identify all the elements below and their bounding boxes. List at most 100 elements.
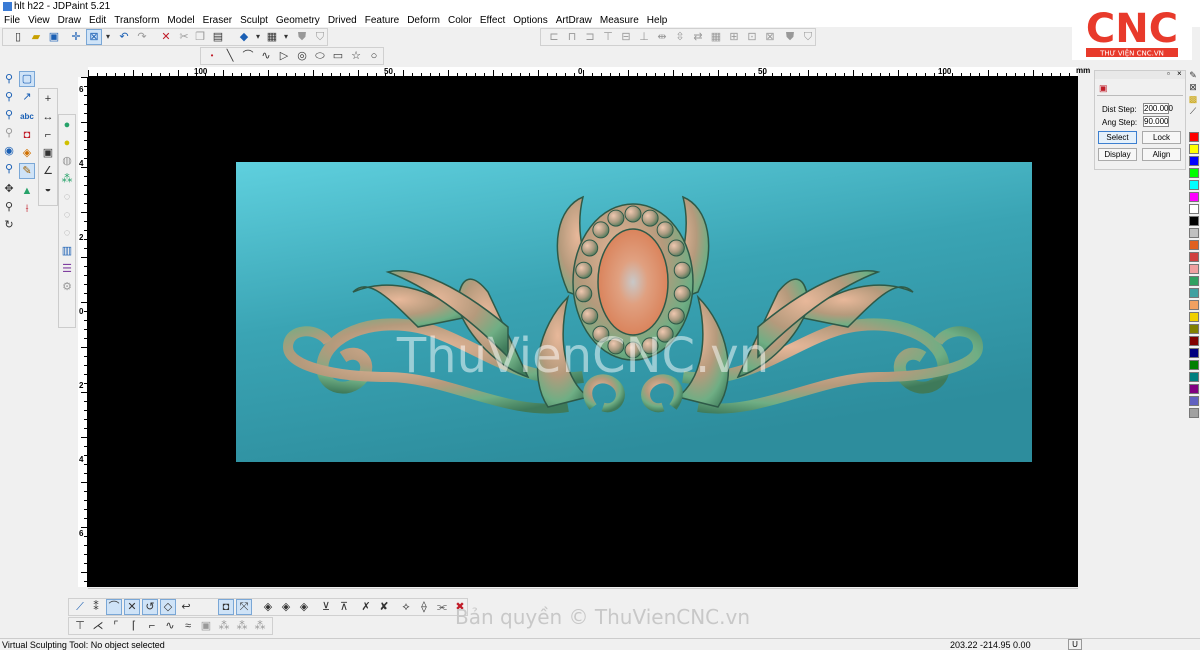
color-swatch[interactable] (1189, 300, 1199, 310)
menu-file[interactable]: File (0, 14, 24, 27)
group-icon[interactable]: ⊠ (763, 30, 777, 44)
offset-icon[interactable]: ⫘ (435, 600, 449, 614)
color-swatch[interactable] (1189, 132, 1199, 142)
color-swatch[interactable] (1189, 252, 1199, 262)
copy-path-icon[interactable]: ⁂ (217, 619, 231, 633)
bulb-green-icon[interactable]: ● (60, 118, 74, 132)
color-swatch[interactable] (1189, 204, 1199, 214)
menu-eraser[interactable]: Eraser (199, 14, 236, 27)
color-swatch[interactable] (1189, 372, 1199, 382)
shield-filled-icon[interactable]: ⛉ (313, 30, 327, 44)
panel-close-icon[interactable]: × (1177, 69, 1182, 78)
pan-icon[interactable]: ✥ (2, 182, 16, 196)
dropdown-arrow-icon[interactable]: ▾ (101, 30, 115, 44)
array-icon[interactable]: ⊞ (727, 30, 741, 44)
sculpt-brush-icon[interactable]: ✎ (19, 163, 35, 179)
color-swatch[interactable] (1189, 216, 1199, 226)
zoom-window-icon[interactable]: ⚲ (2, 72, 16, 86)
scatter-icon[interactable]: ⁑ (89, 600, 103, 614)
color-swatch[interactable] (1189, 312, 1199, 322)
copy-icon[interactable]: ❐ (193, 30, 207, 44)
text-abc-icon[interactable]: abc (20, 110, 34, 124)
save-icon[interactable]: ▣ (47, 30, 61, 44)
view-eye-icon[interactable]: ◉ (2, 144, 16, 158)
color-swatch[interactable] (1189, 192, 1199, 202)
fillet-icon[interactable]: ⟡ (399, 600, 413, 614)
line-sculpt-icon[interactable]: ⟋ (73, 600, 87, 614)
align-right-icon[interactable]: ⊐ (583, 30, 597, 44)
color-swatch[interactable] (1189, 324, 1199, 334)
node-icon[interactable]: ◘ (218, 599, 234, 615)
align-button[interactable]: Align (1142, 148, 1181, 161)
color-swatch[interactable] (1189, 396, 1199, 406)
break-icon[interactable]: ✗ (359, 600, 373, 614)
align-top-icon[interactable]: ⊤ (601, 30, 615, 44)
shield-solid-icon[interactable]: ⛉ (801, 30, 815, 44)
array-path-icon[interactable]: ⁂ (235, 619, 249, 633)
color-swatch[interactable] (1189, 408, 1199, 418)
menu-options[interactable]: Options (509, 14, 551, 27)
shield-icon[interactable]: ⛊ (295, 30, 309, 44)
chamfer-icon[interactable]: ⟠ (417, 600, 431, 614)
spline-icon[interactable]: ∿ (259, 49, 273, 63)
align-center-icon[interactable]: ⊓ (565, 30, 579, 44)
arc-sculpt-icon[interactable]: ↺ (142, 599, 158, 615)
bulb-gray-icon[interactable]: ◍ (60, 154, 74, 168)
distribute-h-icon[interactable]: ⇹ (655, 30, 669, 44)
shield-outline-icon[interactable]: ⛊ (783, 30, 797, 44)
light-soft-icon[interactable]: ◌ (60, 226, 74, 240)
view-cube-icon[interactable]: ◆ (237, 30, 251, 44)
select-rect-icon[interactable]: ▢ (19, 71, 35, 87)
pin-icon[interactable]: ⊤ (73, 619, 87, 633)
corner-round-icon[interactable]: ⌜ (109, 619, 123, 633)
angle-icon[interactable]: ∠ (41, 164, 55, 178)
panel-minimize-icon[interactable]: ▫ (1167, 69, 1170, 78)
menu-transform[interactable]: Transform (110, 14, 163, 27)
color-swatch[interactable] (1189, 240, 1199, 250)
color-swatch[interactable] (1189, 228, 1199, 238)
color-swatch[interactable] (1189, 360, 1199, 370)
zoom-all-icon[interactable]: ⚲ (2, 162, 16, 176)
node-edit-icon[interactable]: ↗ (20, 90, 34, 104)
color-swatch[interactable] (1189, 336, 1199, 346)
menu-geometry[interactable]: Geometry (272, 14, 324, 27)
rect-edit-icon[interactable]: ⌐ (145, 619, 159, 633)
hook-icon[interactable]: ↩ (179, 600, 193, 614)
circle-outline-icon[interactable]: ○ (367, 49, 381, 63)
diamond-node3-icon[interactable]: ◈ (297, 600, 311, 614)
canvas-viewport[interactable]: ThuVienCNC.vn (88, 77, 1078, 587)
crosshair-icon[interactable]: ✛ (69, 30, 83, 44)
menu-deform[interactable]: Deform (403, 14, 444, 27)
rectangle-icon[interactable]: ▭ (331, 49, 345, 63)
triangle-icon[interactable]: ▷ (277, 49, 291, 63)
tangent-icon[interactable]: ⤧ (236, 599, 252, 615)
lock-button[interactable]: Lock (1142, 131, 1181, 144)
menu-view[interactable]: View (24, 14, 54, 27)
color-swatch[interactable] (1189, 144, 1199, 154)
ang-step-input[interactable]: 90.000 (1143, 116, 1169, 127)
view-dropdown-icon[interactable]: ▾ (251, 30, 265, 44)
point-icon[interactable]: • (205, 49, 219, 63)
pattern-fill-icon[interactable]: ▩ (1188, 92, 1198, 104)
join-icon[interactable]: ✘ (377, 600, 391, 614)
cross-icon[interactable]: ✕ (124, 599, 140, 615)
layers-icon[interactable]: ▦ (265, 30, 279, 44)
cut-icon[interactable]: ✂ (177, 30, 191, 44)
color-swatch[interactable] (1189, 288, 1199, 298)
menu-edit[interactable]: Edit (85, 14, 110, 27)
extend-icon[interactable]: ⊼ (337, 600, 351, 614)
menu-color[interactable]: Color (444, 14, 476, 27)
ellipse-icon[interactable]: ⬭ (313, 49, 327, 63)
grid-icon[interactable]: ▦ (709, 30, 723, 44)
pen-icon[interactable]: ✎ (1188, 68, 1198, 80)
menu-drived[interactable]: Drived (324, 14, 361, 27)
menu-model[interactable]: Model (163, 14, 198, 27)
zoom-prev-icon[interactable]: ⚲ (2, 126, 16, 140)
pattern-icon[interactable]: ⊡ (745, 30, 759, 44)
color-swatch[interactable] (1189, 180, 1199, 190)
menu-effect[interactable]: Effect (476, 14, 509, 27)
vertex-icon[interactable]: ⋌ (91, 619, 105, 633)
circle-icon[interactable]: ◎ (295, 49, 309, 63)
eyedropper-icon[interactable]: ⟋ (1188, 104, 1198, 116)
redo-icon[interactable]: ↷ (135, 30, 149, 44)
